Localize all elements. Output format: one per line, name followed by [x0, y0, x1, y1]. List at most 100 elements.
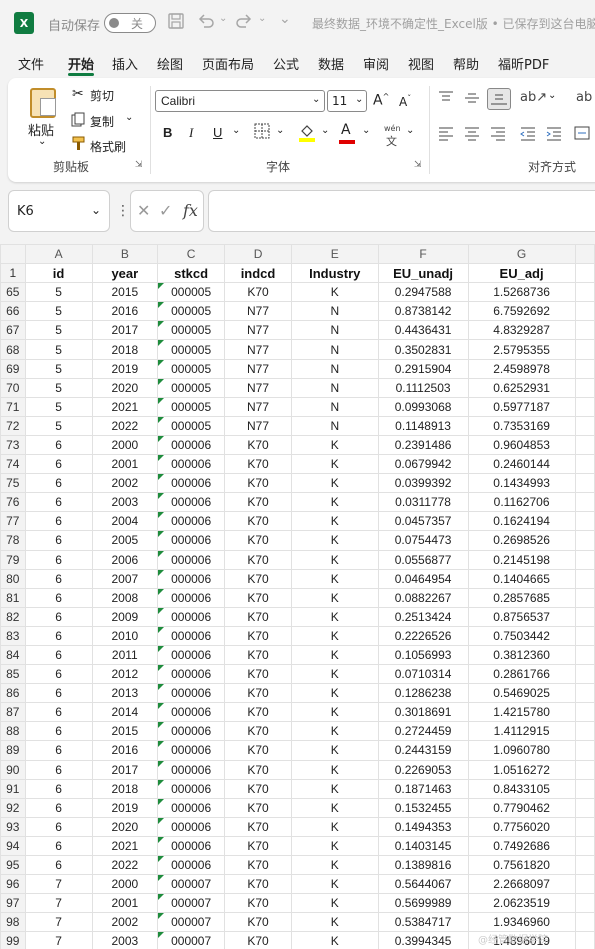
table-cell[interactable]: K [290, 492, 379, 513]
table-cell[interactable]: N77 [224, 415, 292, 436]
table-cell[interactable]: id [24, 263, 93, 284]
select-all-corner[interactable] [0, 244, 26, 265]
table-cell[interactable]: 6 [24, 492, 93, 513]
table-cell[interactable]: 0.1871463 [377, 778, 469, 799]
table-cell[interactable]: 2000 [91, 874, 159, 895]
table-cell[interactable]: K70 [224, 625, 292, 646]
table-cell[interactable]: K [290, 625, 379, 646]
table-cell[interactable]: 0.1286238 [377, 683, 469, 704]
row-header[interactable]: 98 [0, 912, 26, 933]
table-cell[interactable]: 000006 [157, 740, 226, 761]
table-cell[interactable]: N [290, 377, 379, 398]
tab-page-layout[interactable]: 页面布局 [202, 54, 254, 73]
table-cell[interactable]: K [290, 568, 379, 589]
table-cell[interactable]: 000007 [157, 931, 226, 949]
table-cell[interactable]: 0.1112503 [377, 377, 469, 398]
table-cell[interactable]: 4.8329287 [467, 320, 576, 341]
table-cell[interactable] [574, 664, 595, 685]
table-cell[interactable]: K70 [224, 434, 292, 456]
paste-icon[interactable] [30, 88, 56, 118]
table-cell[interactable]: K70 [224, 931, 292, 949]
table-cell[interactable]: 2003 [91, 931, 159, 949]
table-cell[interactable]: 000005 [157, 301, 226, 322]
table-cell[interactable]: K70 [224, 759, 292, 780]
table-cell[interactable]: 5 [24, 358, 93, 379]
column-header[interactable]: B [91, 244, 159, 265]
table-cell[interactable]: 2.4598978 [467, 358, 576, 379]
table-cell[interactable]: 0.7353169 [467, 415, 576, 436]
table-cell[interactable]: 000007 [157, 912, 226, 933]
table-cell[interactable]: 2012 [91, 664, 159, 685]
table-cell[interactable]: K [290, 454, 379, 475]
table-cell[interactable]: 0.6252931 [467, 377, 576, 398]
table-cell[interactable]: 6 [24, 740, 93, 761]
name-box-dropdown-icon[interactable]: ⌄ [91, 203, 101, 217]
table-cell[interactable]: K70 [224, 912, 292, 933]
table-cell[interactable]: 0.2947588 [377, 282, 469, 303]
table-cell[interactable]: 6 [24, 530, 93, 551]
table-cell[interactable]: indcd [224, 263, 292, 284]
table-cell[interactable]: 2011 [91, 644, 159, 666]
table-cell[interactable]: N [290, 358, 379, 379]
tab-insert[interactable]: 插入 [112, 54, 138, 73]
row-header[interactable]: 89 [0, 740, 26, 761]
table-cell[interactable]: 0.2226526 [377, 625, 469, 646]
redo-dropdown-icon[interactable]: ⌄ [258, 13, 266, 24]
row-header[interactable]: 67 [0, 320, 26, 341]
font-color-dropdown-icon[interactable]: ⌄ [362, 125, 370, 136]
align-top-icon[interactable] [438, 90, 454, 109]
merge-center-icon[interactable] [574, 125, 590, 144]
table-cell[interactable]: 6 [24, 511, 93, 532]
table-cell[interactable]: 5 [24, 377, 93, 398]
table-cell[interactable]: K70 [224, 644, 292, 666]
table-cell[interactable]: K [290, 874, 379, 895]
clipboard-dialog-launcher-icon[interactable]: ⇲ [135, 160, 143, 170]
table-cell[interactable]: K70 [224, 454, 292, 475]
table-cell[interactable]: K70 [224, 721, 292, 742]
table-cell[interactable]: K [290, 282, 379, 303]
align-center-icon[interactable] [464, 125, 480, 144]
table-cell[interactable]: 2020 [91, 377, 159, 398]
table-cell[interactable]: Industry [290, 263, 379, 284]
table-cell[interactable]: K70 [224, 778, 292, 799]
table-cell[interactable]: 000006 [157, 606, 226, 627]
table-cell[interactable]: 0.1404665 [467, 568, 576, 589]
worksheet-grid[interactable]: A B C D E F G 1 id year stkcd indcd Indu… [0, 244, 595, 949]
table-cell[interactable]: 0.1162706 [467, 492, 576, 513]
table-cell[interactable]: 0.0556877 [377, 549, 469, 570]
table-cell[interactable]: K70 [224, 568, 292, 589]
table-cell[interactable]: 000005 [157, 339, 226, 360]
row-header[interactable]: 88 [0, 721, 26, 742]
row-header[interactable]: 80 [0, 568, 26, 589]
row-header[interactable]: 77 [0, 511, 26, 532]
table-cell[interactable]: 0.5699989 [377, 893, 469, 914]
tab-help[interactable]: 帮助 [453, 54, 479, 73]
table-cell[interactable]: 0.1532455 [377, 797, 469, 818]
table-cell[interactable]: K70 [224, 606, 292, 627]
font-name-select[interactable]: Calibri ⌄ [155, 90, 325, 112]
row-header[interactable]: 79 [0, 549, 26, 570]
paste-dropdown-icon[interactable]: ⌄ [38, 136, 46, 147]
table-cell[interactable]: 2015 [91, 721, 159, 742]
table-cell[interactable]: 6 [24, 549, 93, 570]
table-cell[interactable]: 2022 [91, 854, 159, 876]
table-cell[interactable]: 0.1148913 [377, 415, 469, 436]
row-header[interactable]: 1 [0, 263, 26, 284]
table-cell[interactable]: 000006 [157, 816, 226, 837]
table-cell[interactable]: K70 [224, 473, 292, 494]
table-cell[interactable]: 2022 [91, 415, 159, 436]
table-cell[interactable]: 0.8756537 [467, 606, 576, 627]
fill-color-dropdown-icon[interactable]: ⌄ [321, 125, 329, 136]
table-cell[interactable]: 000006 [157, 797, 226, 818]
table-cell[interactable]: 000006 [157, 854, 226, 876]
table-cell[interactable]: K [290, 931, 379, 949]
table-cell[interactable]: 1.0960780 [467, 740, 576, 761]
table-cell[interactable]: 000005 [157, 396, 226, 417]
row-header[interactable]: 68 [0, 339, 26, 360]
table-cell[interactable]: N77 [224, 301, 292, 322]
align-bottom-icon[interactable] [487, 88, 511, 110]
table-cell[interactable]: 2006 [91, 549, 159, 570]
row-header[interactable]: 99 [0, 931, 26, 949]
table-cell[interactable] [574, 835, 595, 857]
table-cell[interactable] [574, 549, 595, 570]
